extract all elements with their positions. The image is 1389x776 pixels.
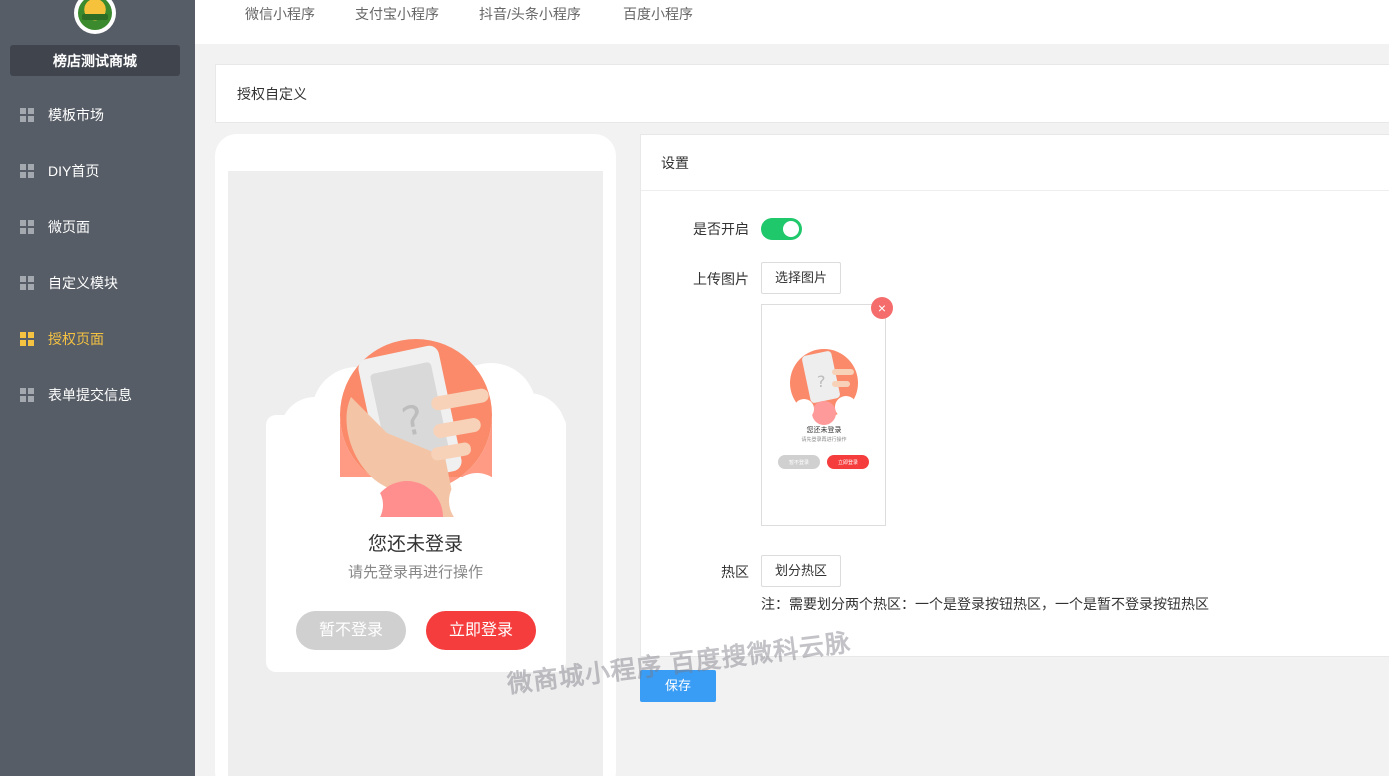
hotspot-note: 注：需要划分两个热区：一个是登录按钮热区，一个是暂不登录按钮热区 <box>761 596 1209 612</box>
sidebar-item-auth-page[interactable]: 授权页面 <box>0 311 195 367</box>
thumb-login: 立即登录 <box>838 459 858 466</box>
settings-header: 设置 <box>641 135 1389 191</box>
shop-logo <box>74 0 116 34</box>
phone-question-illustration: ? <box>331 339 505 517</box>
sidebar-item-micro-page[interactable]: 微页面 <box>0 199 195 255</box>
sidebar-menu: 模板市场 DIY首页 微页面 自定义模块 授权页面 表单提交信息 <box>0 87 195 423</box>
tab-douyin[interactable]: 抖音/头条小程序 <box>479 0 581 28</box>
login-now-button[interactable]: 立即登录 <box>426 611 536 650</box>
sidebar-item-label: 模板市场 <box>48 107 104 123</box>
grid-icon <box>20 220 34 234</box>
enable-switch[interactable] <box>761 218 802 240</box>
sidebar-item-label: 自定义模块 <box>48 275 118 291</box>
settings-panel: 设置 是否开启 上传图片 选择图片 ? 您还未登录 请先登录再进行操作 暂不登录… <box>640 134 1389 657</box>
platform-tabs: 微信小程序 支付宝小程序 抖音/头条小程序 百度小程序 <box>195 0 1389 44</box>
sidebar-item-diy-home[interactable]: DIY首页 <box>0 143 195 199</box>
thumb-subtitle: 请先登录再进行操作 <box>801 436 846 443</box>
grid-icon <box>20 388 34 402</box>
delete-image-icon[interactable]: × <box>871 297 893 319</box>
thumb-skip: 暂不登录 <box>789 459 809 466</box>
tab-alipay[interactable]: 支付宝小程序 <box>355 0 439 28</box>
enable-label: 是否开启 <box>693 221 749 237</box>
sidebar-item-label: 授权页面 <box>48 331 104 347</box>
sidebar: 榜店测试商城 模板市场 DIY首页 微页面 自定义模块 授权页面 表单提交信息 <box>0 0 195 776</box>
grid-icon <box>20 108 34 122</box>
sidebar-item-label: 表单提交信息 <box>48 387 132 403</box>
hotspot-label: 热区 <box>721 564 749 580</box>
thumb-title: 您还未登录 <box>807 425 842 434</box>
sidebar-item-template-market[interactable]: 模板市场 <box>0 87 195 143</box>
shop-name[interactable]: 榜店测试商城 <box>10 45 180 76</box>
upload-label: 上传图片 <box>693 271 749 287</box>
grid-icon <box>20 276 34 290</box>
uploaded-image-thumbnail: ? 您还未登录 请先登录再进行操作 暂不登录 立即登录 <box>761 304 886 526</box>
sidebar-item-custom-module[interactable]: 自定义模块 <box>0 255 195 311</box>
svg-text:?: ? <box>817 372 826 391</box>
sidebar-item-label: 微页面 <box>48 219 90 235</box>
choose-image-button[interactable]: 选择图片 <box>761 262 841 294</box>
page-title: 授权自定义 <box>215 64 1389 123</box>
tab-wechat[interactable]: 微信小程序 <box>245 0 315 28</box>
skip-login-button[interactable]: 暂不登录 <box>296 611 406 650</box>
grid-icon <box>20 164 34 178</box>
login-title: 您还未登录 <box>367 534 463 555</box>
thumbnail-illustration: ? 您还未登录 请先登录再进行操作 暂不登录 立即登录 <box>778 349 869 469</box>
divide-hotspot-button[interactable]: 划分热区 <box>761 555 841 587</box>
sidebar-item-label: DIY首页 <box>48 163 100 179</box>
tab-baidu[interactable]: 百度小程序 <box>623 0 693 28</box>
login-subtitle: 请先登录再进行操作 <box>347 564 483 581</box>
grid-icon <box>20 332 34 346</box>
sidebar-item-form-submissions[interactable]: 表单提交信息 <box>0 367 195 423</box>
